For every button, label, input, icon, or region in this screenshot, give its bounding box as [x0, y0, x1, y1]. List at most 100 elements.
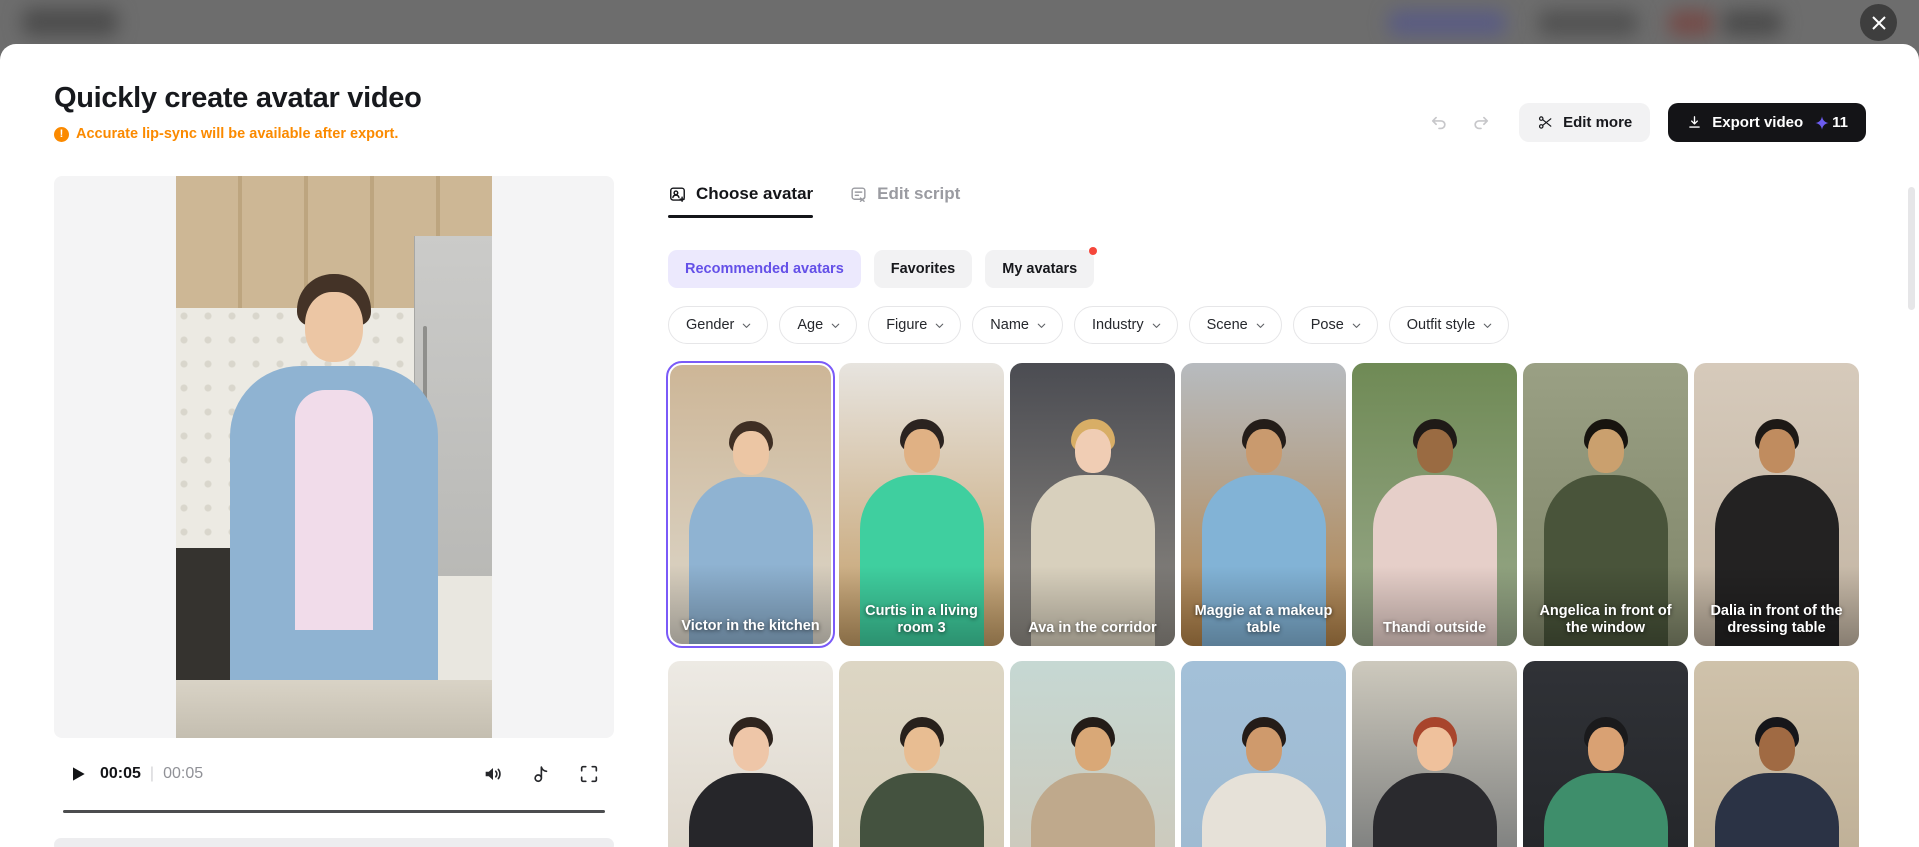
- avatar-person-head: [1416, 727, 1453, 771]
- fullscreen-button[interactable]: [578, 763, 600, 785]
- music-note-icon: [534, 766, 548, 783]
- avatar-card[interactable]: Thandi outside: [1352, 363, 1517, 646]
- avatar-thumbnail: [1694, 661, 1859, 847]
- avatar-person-head: [1587, 429, 1624, 473]
- avatar-person-head: [732, 431, 769, 475]
- filter-label: Industry: [1091, 317, 1144, 333]
- avatar-card-icon: [670, 186, 685, 202]
- avatar-card-label: Angelica in front of the window: [1539, 602, 1672, 636]
- background-button-blur-4: [1722, 10, 1782, 36]
- avatar-card[interactable]: [1010, 661, 1175, 847]
- chevron-down-icon: [1037, 323, 1046, 328]
- scene-counter: [176, 680, 492, 738]
- avatar-person-body: [859, 773, 984, 847]
- pill-my-avatars[interactable]: My avatars: [985, 247, 1098, 288]
- filter-dropdown[interactable]: Pose: [1292, 306, 1378, 344]
- credit-cost: 11: [1814, 114, 1848, 131]
- filter-label: Outfit style: [1406, 317, 1476, 333]
- volume-button[interactable]: [482, 763, 504, 785]
- mode-tabs: Choose avatar Edit script: [668, 184, 960, 218]
- edit-more-button[interactable]: Edit more: [1519, 103, 1651, 142]
- filter-label: Name: [990, 317, 1029, 333]
- export-video-button[interactable]: Export video 11: [1668, 103, 1866, 142]
- filter-dropdown[interactable]: Figure: [868, 306, 962, 344]
- chevron-down-icon: [1483, 323, 1492, 328]
- avatar-person-head: [732, 727, 769, 771]
- undo-button[interactable]: [1427, 111, 1451, 135]
- avatar-card-label: Thandi outside: [1382, 619, 1487, 636]
- avatar-card[interactable]: Maggie at a makeup table: [1181, 363, 1346, 646]
- filter-label: Gender: [686, 317, 735, 333]
- filter-dropdown[interactable]: Industry: [1073, 306, 1178, 344]
- avatar-person-head: [1758, 727, 1795, 771]
- scrollbar-thumb[interactable]: [1908, 187, 1915, 310]
- avatar-thumbnail: [668, 661, 833, 847]
- playback-progress-bar[interactable]: [63, 810, 605, 813]
- export-video-label: Export video: [1712, 114, 1804, 131]
- player-controls: 00:05 | 00:05: [54, 746, 614, 802]
- pill-recommended-avatars[interactable]: Recommended avatars: [668, 250, 861, 288]
- undo-icon: [1432, 116, 1446, 129]
- scissors-icon: [1539, 116, 1552, 129]
- avatar-card[interactable]: [839, 661, 1004, 847]
- background-button-blur-3: [1668, 10, 1714, 36]
- avatar-card[interactable]: [668, 661, 833, 847]
- tab-edit-script-label: Edit script: [877, 184, 961, 203]
- avatar-thumbnail: [1010, 661, 1175, 847]
- pill-recommended-label: Recommended avatars: [685, 261, 844, 277]
- avatar-filter-row: Gender Age Figure Name Industry Scene Po…: [668, 306, 1510, 344]
- avatar-card[interactable]: Curtis in a living room 3: [839, 363, 1004, 646]
- avatar-card[interactable]: Dalia in front of the dressing table: [1694, 363, 1859, 646]
- tab-choose-avatar[interactable]: Choose avatar: [668, 184, 814, 218]
- pill-favorites[interactable]: Favorites: [873, 250, 973, 288]
- filter-dropdown[interactable]: Age: [779, 306, 858, 344]
- avatar-card[interactable]: [1694, 661, 1859, 847]
- timeline-stub: [54, 838, 614, 847]
- avatar-person-head: [1758, 429, 1795, 473]
- chevron-down-icon: [1256, 323, 1264, 328]
- credit-count: 11: [1832, 114, 1848, 131]
- close-button[interactable]: [1860, 4, 1897, 41]
- play-button[interactable]: [64, 760, 92, 788]
- avatar-card[interactable]: Angelica in front of the window: [1523, 363, 1688, 646]
- avatar-card[interactable]: Victor in the kitchen: [666, 361, 835, 648]
- filter-label: Scene: [1206, 317, 1248, 333]
- avatar-card[interactable]: [1352, 661, 1517, 847]
- volume-icon: [485, 768, 501, 780]
- background-button-blur-2: [1538, 10, 1638, 36]
- download-icon: [1689, 116, 1701, 128]
- avatar-card[interactable]: [1181, 661, 1346, 847]
- time-display: 00:05 | 00:05: [100, 765, 203, 783]
- avatar-card[interactable]: [1523, 661, 1688, 847]
- filter-label: Pose: [1310, 317, 1344, 333]
- avatar-thumbnail: [1523, 661, 1688, 847]
- time-separator: |: [149, 765, 155, 782]
- chevron-down-icon: [743, 323, 751, 328]
- tab-edit-script[interactable]: Edit script: [849, 184, 960, 218]
- filter-dropdown[interactable]: Outfit style: [1388, 306, 1510, 344]
- avatar-person-body: [688, 773, 813, 847]
- filter-dropdown[interactable]: Scene: [1188, 306, 1282, 344]
- filter-dropdown[interactable]: Gender: [668, 306, 769, 344]
- avatar-person-body: [1714, 773, 1839, 847]
- create-avatar-video-modal: Quickly create avatar video ! Accurate l…: [0, 44, 1919, 847]
- avatar-person-head: [1245, 429, 1282, 473]
- pill-favorites-label: Favorites: [890, 261, 956, 277]
- avatar-person-head: [1587, 727, 1624, 771]
- avatar-thumbnail: [839, 661, 1004, 847]
- redo-button[interactable]: [1469, 111, 1493, 135]
- current-time: 00:05: [100, 765, 141, 782]
- avatar-card-label: Curtis in a living room 3: [865, 602, 978, 636]
- filter-dropdown[interactable]: Name: [972, 306, 1063, 344]
- spark-icon: [1815, 115, 1829, 130]
- avatar-grid: Victor in the kitchen Curtis in a living…: [666, 361, 1864, 847]
- avatar-card-label: Maggie at a makeup table: [1194, 602, 1333, 636]
- lipsync-notice: ! Accurate lip-sync will be available af…: [54, 126, 398, 142]
- pill-my-avatars-label: My avatars: [1002, 261, 1078, 277]
- video-preview[interactable]: [176, 176, 492, 738]
- fullscreen-icon: [580, 765, 598, 783]
- avatar-person-body: [1543, 773, 1668, 847]
- chevron-down-icon: [936, 323, 944, 328]
- tiktok-note-button[interactable]: [530, 763, 552, 785]
- avatar-card[interactable]: Ava in the corridor: [1010, 363, 1175, 646]
